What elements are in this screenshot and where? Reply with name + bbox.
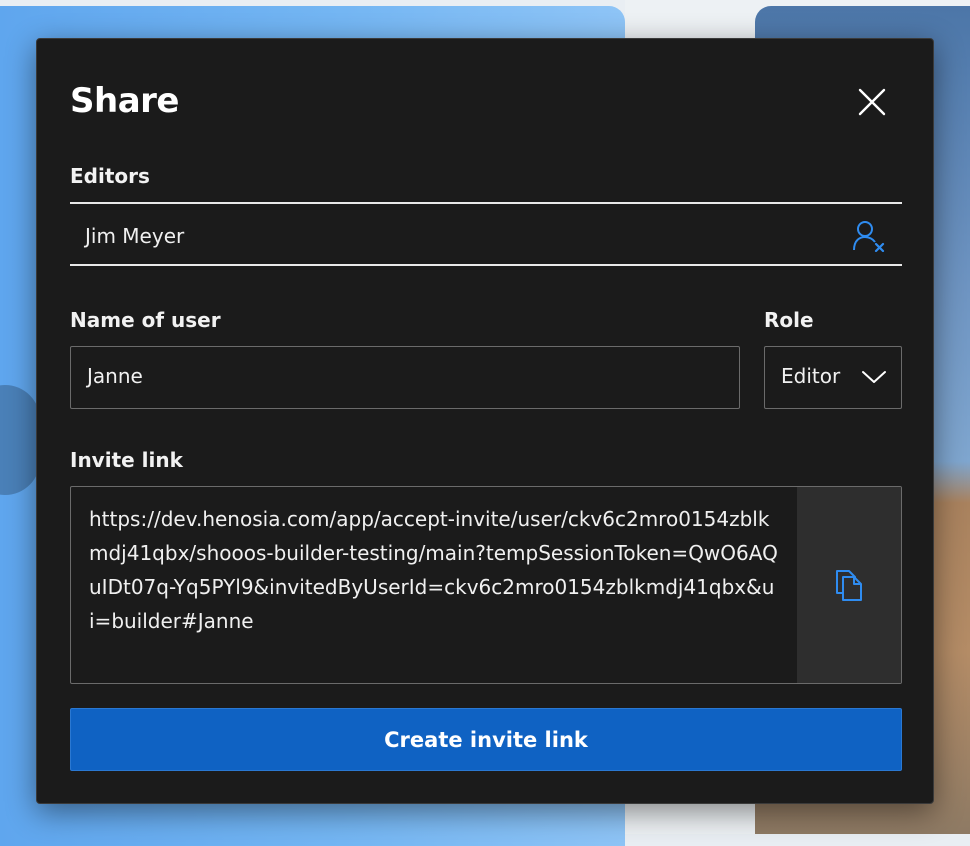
- name-of-user-label: Name of user: [70, 308, 221, 332]
- editors-list: Jim Meyer: [70, 202, 902, 266]
- name-of-user-input[interactable]: Janne: [70, 346, 740, 409]
- editor-name: Jim Meyer: [85, 224, 185, 248]
- dialog-title: Share: [70, 81, 179, 121]
- copy-icon: [836, 570, 862, 601]
- role-label: Role: [764, 308, 814, 332]
- invite-link-label: Invite link: [70, 448, 183, 472]
- background-shape: [0, 385, 40, 495]
- editors-label: Editors: [70, 164, 150, 188]
- role-selected-value: Editor: [781, 364, 841, 388]
- create-invite-link-button[interactable]: Create invite link: [70, 708, 902, 771]
- remove-editor-button[interactable]: [852, 220, 888, 253]
- remove-user-icon: [853, 221, 885, 253]
- close-button[interactable]: [855, 85, 889, 119]
- invite-link-textarea[interactable]: https://dev.henosia.com/app/accept-invit…: [71, 487, 797, 683]
- chevron-down-icon: [862, 371, 886, 383]
- role-select[interactable]: Editor: [764, 346, 902, 409]
- close-icon: [858, 88, 886, 116]
- share-dialog: Share Editors Jim Meyer Name of user Jan…: [36, 38, 934, 804]
- invite-link-field: https://dev.henosia.com/app/accept-invit…: [70, 486, 902, 684]
- copy-link-button[interactable]: [797, 487, 901, 683]
